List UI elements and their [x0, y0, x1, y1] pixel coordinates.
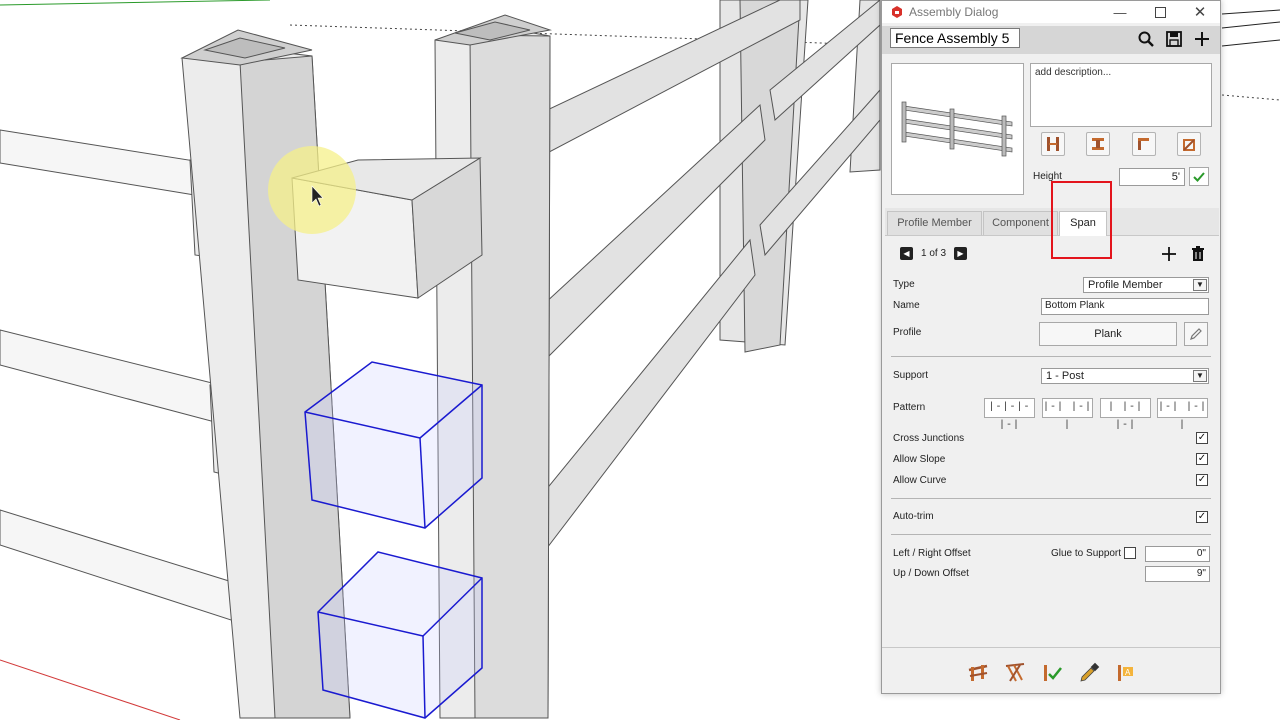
glue-to-support-checkbox[interactable]: [1124, 547, 1136, 559]
frame-icon: [1183, 139, 1195, 151]
left-right-offset-label: Left / Right Offset: [893, 548, 971, 559]
allow-curve-checkbox[interactable]: ✓: [1196, 474, 1208, 486]
edit-profile-button[interactable]: [1184, 322, 1208, 346]
svg-text:A: A: [1125, 668, 1131, 677]
type-select[interactable]: Profile Member ▼: [1083, 277, 1209, 293]
red-axis: [0, 659, 181, 720]
add-assembly-icon[interactable]: [1193, 30, 1211, 48]
pattern-button-2[interactable]: |-| |-| |: [1042, 398, 1093, 431]
next-span-button[interactable]: ▶: [954, 247, 967, 260]
corner-tool-button[interactable]: [1132, 132, 1156, 156]
apply-height-button[interactable]: [1189, 167, 1209, 186]
chevron-down-icon: ▼: [1193, 370, 1207, 382]
pattern-button-1[interactable]: |-|-|-|-|: [984, 398, 1035, 431]
cross-junctions-checkbox[interactable]: ✓: [1196, 432, 1208, 444]
previous-span-button[interactable]: ◀: [900, 247, 913, 260]
pattern-button-3[interactable]: | |-| |-|: [1100, 398, 1151, 431]
name-label: Name: [893, 300, 920, 311]
chevron-right-icon: ▶: [957, 249, 964, 258]
support-label: Support: [893, 370, 929, 381]
divider: [891, 534, 1211, 535]
up-down-offset-label: Up / Down Offset: [893, 568, 969, 579]
profile-button[interactable]: Plank: [1039, 322, 1177, 346]
checkmark-icon: [1193, 171, 1205, 182]
type-select-value: Profile Member: [1088, 279, 1163, 291]
assembly-name-bar: [882, 26, 1220, 54]
fence-thumbnail-image: [901, 101, 1013, 157]
assembly-name-input[interactable]: [890, 28, 1020, 48]
eyedropper-icon[interactable]: [1078, 662, 1100, 684]
close-icon: ✕: [1193, 4, 1207, 21]
sketchup-app-icon: [892, 6, 902, 18]
divider: [891, 356, 1211, 357]
allow-slope-label: Allow Slope: [893, 454, 946, 465]
post-rail-tool-button[interactable]: [1041, 132, 1065, 156]
tab-component[interactable]: Component: [983, 211, 1058, 235]
dialog-titlebar[interactable]: Assembly Dialog — ✕: [882, 1, 1220, 23]
delete-span-icon[interactable]: [1191, 246, 1205, 262]
post-rail-icon: [1047, 137, 1059, 151]
minimize-button[interactable]: —: [1100, 1, 1140, 23]
add-span-icon[interactable]: [1161, 246, 1177, 262]
assembly-preview-thumbnail: [891, 63, 1024, 195]
tab-profile-member[interactable]: Profile Member: [887, 211, 982, 235]
beam-icon: [1092, 138, 1104, 150]
type-label: Type: [893, 279, 915, 290]
allow-curve-label: Allow Curve: [893, 475, 947, 486]
pattern-button-4[interactable]: |-| |-| |: [1157, 398, 1208, 431]
maximize-button[interactable]: [1140, 1, 1180, 23]
pattern-label: Pattern: [893, 402, 926, 413]
allow-slope-checkbox[interactable]: ✓: [1196, 453, 1208, 465]
rail-left-bottom[interactable]: [0, 509, 263, 631]
up-down-offset-input[interactable]: 9": [1145, 566, 1210, 582]
height-label: Height: [1033, 171, 1062, 182]
minimize-icon: —: [1113, 4, 1127, 20]
save-icon[interactable]: [1165, 30, 1183, 48]
glue-to-support-label: Glue to Support: [1051, 548, 1122, 559]
corner-icon: [1138, 138, 1149, 150]
pencil-icon: [1190, 328, 1202, 340]
maximize-icon: [1154, 6, 1166, 18]
assembly-dialog: Assembly Dialog — ✕ add description... H…: [881, 0, 1221, 694]
draw-lattice-icon[interactable]: [1004, 662, 1026, 684]
profile-label: Profile: [893, 327, 922, 338]
bottom-toolbar: A: [882, 647, 1220, 694]
chevron-left-icon: ◀: [903, 249, 910, 258]
left-right-offset-input[interactable]: 0": [1145, 546, 1210, 562]
green-axis: [0, 0, 271, 6]
auto-trim-checkbox[interactable]: ✓: [1196, 511, 1208, 523]
chevron-down-icon: ▼: [1193, 279, 1207, 291]
auto-trim-label: Auto-trim: [893, 511, 934, 522]
beam-tool-button[interactable]: [1086, 132, 1110, 156]
tab-span[interactable]: Span: [1059, 211, 1107, 236]
height-input[interactable]: 5': [1119, 168, 1185, 186]
close-button[interactable]: ✕: [1180, 1, 1220, 23]
edit-assembly-icon[interactable]: [1041, 662, 1063, 684]
support-select[interactable]: 1 - Post ▼: [1041, 368, 1209, 384]
assembly-settings-icon[interactable]: A: [1115, 662, 1137, 684]
divider: [891, 498, 1211, 499]
frame-tool-button[interactable]: [1177, 132, 1201, 156]
dialog-title: Assembly Dialog: [909, 5, 999, 19]
description-textarea[interactable]: add description...: [1030, 63, 1212, 127]
search-icon[interactable]: [1137, 30, 1155, 48]
member-name-input[interactable]: Bottom Plank: [1041, 298, 1209, 315]
support-select-value: 1 - Post: [1046, 370, 1084, 382]
tab-bar: Profile Member Component Span: [885, 208, 1219, 236]
cross-junctions-label: Cross Junctions: [893, 433, 965, 444]
draw-fence-icon[interactable]: [967, 662, 989, 684]
pager-text: 1 of 3: [921, 248, 947, 259]
